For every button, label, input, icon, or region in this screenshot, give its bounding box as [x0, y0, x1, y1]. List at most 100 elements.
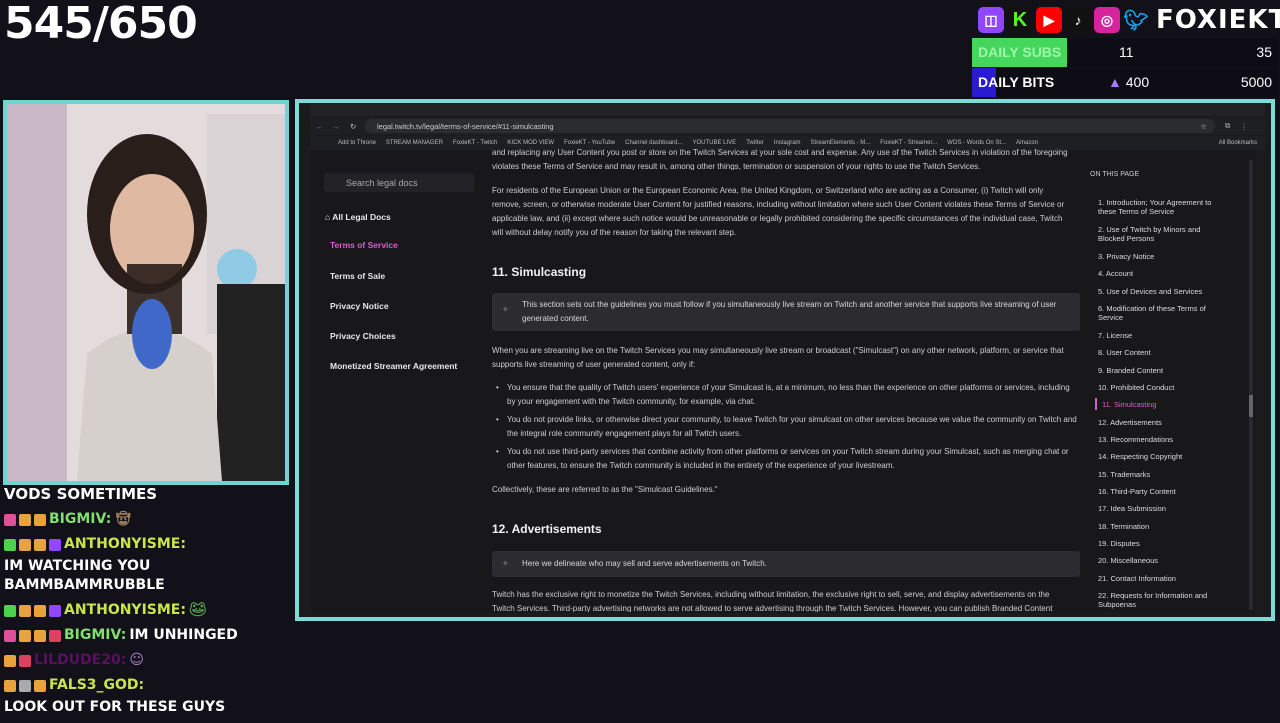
chat-message: FALS3_GOD: LOOK OUT FOR THESE GUYS — [4, 676, 290, 717]
badge-icon — [19, 538, 31, 551]
twitch-icon: ◫ — [978, 7, 1004, 33]
chat-username: ANTHONYISME: — [64, 602, 186, 618]
chat-text: IM UNHINGED — [129, 627, 238, 643]
sidebar-item-privacy-choices[interactable]: Privacy Choices — [330, 331, 396, 341]
sidebar-item-terms-of-service[interactable]: Terms of Service — [330, 240, 398, 250]
toc-item-active[interactable]: 11. Simulcasting — [1102, 400, 1222, 409]
reload-icon[interactable]: ↻ — [350, 122, 356, 131]
toc-item[interactable]: 22. Requests for Information and Subpoen… — [1098, 591, 1218, 609]
toc-item[interactable]: 3. Privacy Notice — [1098, 252, 1218, 261]
webcam-feed — [3, 100, 289, 485]
all-legal-docs-link[interactable]: ⌂ All Legal Docs — [325, 212, 391, 222]
toc-item[interactable]: 4. Account — [1098, 269, 1218, 278]
badge-icon — [34, 604, 46, 617]
browser-tab-strip — [310, 104, 1265, 116]
chat-header: VODS SOMETIMES — [4, 485, 158, 503]
chat-username: LILDUDE20: — [34, 652, 127, 668]
badge-icon — [34, 629, 46, 642]
page-scrollbar-thumb[interactable] — [1249, 395, 1253, 417]
chat-username: ANTHONYISME: — [64, 536, 186, 552]
toc-item[interactable]: 10. Prohibited Conduct — [1098, 383, 1218, 392]
chat-message: BIGMIV: IM UNHINGED — [4, 626, 290, 645]
chat-message: ANTHONYISME: 🐸︎ — [4, 601, 290, 620]
paragraph: For residents of the European Union or t… — [492, 186, 1065, 237]
forward-icon[interactable]: → — [332, 122, 340, 131]
badge-icon — [4, 513, 16, 526]
kick-icon: K — [1007, 7, 1033, 33]
sparkle-icon: ✧ — [502, 305, 509, 314]
all-legal-docs-label[interactable]: All Legal Docs — [332, 212, 391, 222]
bookmark-item[interactable]: FoxieKT - Twitch — [453, 140, 497, 146]
daily-subs-max: 35 — [1256, 44, 1272, 60]
badge-icon — [19, 629, 31, 642]
browser-toolbar: ← → ↻ legal.twitch.tv/legal/terms-of-ser… — [310, 117, 1265, 135]
section-heading-simulcasting: 11. Simulcasting — [492, 265, 587, 279]
callout-text: This section sets out the guidelines you… — [522, 300, 1057, 323]
toc-item[interactable]: 20. Miscellaneous — [1098, 556, 1218, 565]
badge-icon — [19, 679, 31, 692]
twitter-icon: 🐦︎ — [1123, 9, 1149, 32]
toc-item[interactable]: 5. Use of Devices and Services — [1098, 287, 1218, 296]
badge-icon — [19, 513, 31, 526]
all-bookmarks-link[interactable]: All Bookmarks — [1219, 140, 1257, 146]
toc-item[interactable]: 8. User Content — [1098, 348, 1218, 357]
menu-icon[interactable]: ⋮ — [1240, 122, 1248, 131]
back-icon[interactable]: ← — [316, 122, 324, 131]
toc-item[interactable]: 19. Disputes — [1098, 539, 1218, 548]
toc-active-marker — [1095, 398, 1097, 410]
toc-item[interactable]: 7. License — [1098, 331, 1218, 340]
url-text[interactable]: legal.twitch.tv/legal/terms-of-service/#… — [377, 122, 554, 131]
list-item: You ensure that the quality of Twitch us… — [492, 381, 1077, 409]
youtube-icon: ▶ — [1036, 7, 1062, 33]
daily-bits-current-wrap: ▲ 400 — [1108, 74, 1149, 90]
extensions-icon[interactable]: ⧉ — [1225, 121, 1230, 131]
tiktok-icon: ♪ — [1065, 7, 1091, 33]
chat-message: ANTHONYISME: IM WATCHING YOU BAMMBAMMRUB… — [4, 535, 290, 595]
badge-icon — [4, 629, 16, 642]
toc-item[interactable]: 14. Respecting Copyright — [1098, 452, 1218, 461]
chat-text: LOOK OUT FOR THESE GUYS — [4, 699, 226, 715]
daily-bits-max: 5000 — [1240, 74, 1272, 90]
toc-item[interactable]: 2. Use of Twitch by Minors and Blocked P… — [1098, 225, 1218, 243]
sparkle-icon: ✧ — [502, 559, 509, 568]
daily-bits-current: 400 — [1125, 74, 1150, 90]
toc-item[interactable]: 16. Third-Party Content — [1098, 487, 1218, 496]
badge-icon — [49, 604, 61, 617]
badge-icon — [4, 604, 16, 617]
badge-icon — [4, 679, 16, 692]
emote-icon: ☺ — [129, 652, 144, 668]
chat-text: IM WATCHING YOU BAMMBAMMRUBBLE — [4, 558, 165, 593]
bits-icon: ▲ — [1108, 74, 1122, 90]
badge-icon — [34, 679, 46, 692]
badge-icon — [4, 654, 16, 667]
paragraph: Collectively, these are referred to as t… — [492, 485, 718, 494]
toc-item[interactable]: 12. Advertisements — [1098, 418, 1218, 427]
chat-message: BIGMIV: 🤠︎ — [4, 510, 290, 529]
daily-subs-label: DAILY SUBS — [978, 44, 1062, 60]
sidebar-item-terms-of-sale[interactable]: Terms of Sale — [330, 271, 385, 281]
toc-item[interactable]: 6. Modification of these Terms of Servic… — [1098, 304, 1218, 322]
chat-username: BIGMIV: — [64, 627, 127, 643]
bookmark-item[interactable]: STREAM MANAGER — [386, 140, 443, 146]
bookmark-item[interactable]: Add to Throne — [338, 140, 376, 146]
sub-goal-counter: 545/650 — [4, 0, 198, 49]
address-bar[interactable]: legal.twitch.tv/legal/terms-of-service/#… — [365, 119, 1215, 133]
badge-icon — [49, 629, 61, 642]
toc-item[interactable]: 17. Idea Submission — [1098, 504, 1218, 513]
sidebar-item-privacy-notice[interactable]: Privacy Notice — [330, 301, 389, 311]
toc-item[interactable]: 18. Termination — [1098, 522, 1218, 531]
toc-item[interactable]: 9. Branded Content — [1098, 366, 1218, 375]
toc-item[interactable]: 15. Trademarks — [1098, 470, 1218, 479]
toc-item[interactable]: 13. Recommendations — [1098, 435, 1218, 444]
toc-item[interactable]: 21. Contact Information — [1098, 574, 1218, 583]
paragraph: Twitch has the exclusive right to moneti… — [492, 590, 1053, 612]
bookmark-star-icon[interactable]: ☆ — [1200, 122, 1207, 131]
toc-item[interactable]: 1. Introduction; Your Agreement to these… — [1098, 198, 1218, 216]
page-scrollbar[interactable] — [1249, 160, 1253, 610]
section-summary-callout: ✧ Here we delineate who may sell and ser… — [492, 551, 1080, 577]
legal-docs-search-input[interactable]: Search legal docs — [324, 173, 474, 192]
daily-subs-current: 11 — [1119, 44, 1134, 60]
streamer-handle: FOXIEKT — [1156, 5, 1280, 35]
sidebar-item-monetized-streamer-agreement[interactable]: Monetized Streamer Agreement — [330, 361, 457, 371]
section-summary-callout: ✧ This section sets out the guidelines y… — [492, 293, 1080, 331]
